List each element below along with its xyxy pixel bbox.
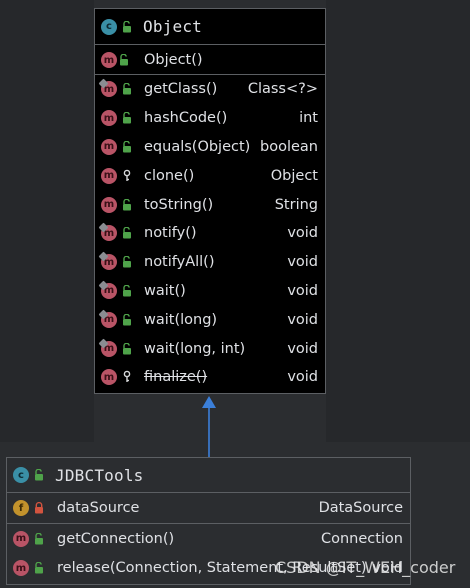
watermark: CSDN @IT_WEH_coder — [275, 558, 456, 577]
field-name: dataSource — [57, 500, 140, 516]
method-row[interactable]: m getConnection() Connection — [7, 524, 410, 554]
class-icon: c — [13, 467, 29, 483]
field-icon: f — [13, 500, 29, 516]
method-icon: m — [13, 530, 29, 547]
field-type: DataSource — [318, 500, 403, 516]
jdbctools-class-title: JDBCTools — [55, 465, 144, 485]
field-row[interactable]: f dataSource DataSource — [7, 493, 410, 523]
public-lock-icon — [33, 468, 45, 482]
return-type: Connection — [320, 530, 403, 547]
method-icon: m — [13, 560, 29, 577]
jdbctools-class-header: c JDBCTools — [7, 458, 410, 493]
method-name: getConnection() — [57, 530, 175, 547]
jdbctools-fields-section: f dataSource DataSource — [7, 493, 410, 524]
public-lock-icon — [33, 532, 45, 546]
private-lock-icon — [33, 501, 45, 515]
public-lock-icon — [33, 561, 45, 575]
